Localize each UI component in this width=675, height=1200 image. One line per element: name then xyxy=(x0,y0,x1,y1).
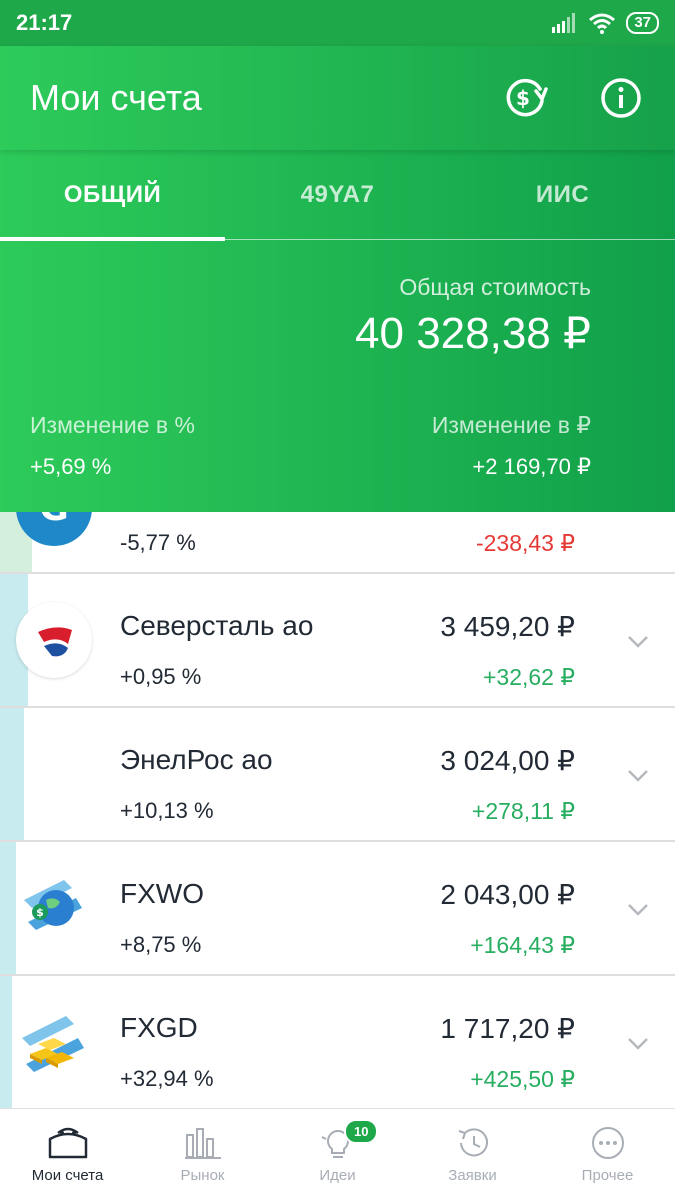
position-name: ЭнелРос ао xyxy=(120,744,273,775)
chevron-down-icon[interactable] xyxy=(625,762,651,788)
gold-bars-icon xyxy=(16,1004,92,1080)
info-button[interactable] xyxy=(597,74,645,122)
change-rub-label: Изменение в ₽ xyxy=(431,412,591,438)
position-change-percent: +10,13 % xyxy=(120,798,214,823)
position-value: 3 024,00 ₽ xyxy=(440,745,575,776)
app-bar-actions: $ xyxy=(501,74,645,122)
positions-list: G -5,77 % -238,43 ₽ Северсталь ао +0,95 … xyxy=(0,512,675,1108)
position-stripe xyxy=(0,976,12,1108)
total-value-label: Общая стоимость xyxy=(399,274,591,300)
change-percent-value: +5,69 % xyxy=(30,454,112,479)
market-chart-icon xyxy=(184,1128,221,1159)
chevron-down-icon[interactable] xyxy=(625,1030,651,1056)
position-name: FXGD xyxy=(120,1012,198,1043)
position-change-percent: +0,95 % xyxy=(120,664,202,689)
change-percent-label: Изменение в % xyxy=(30,412,195,438)
status-icons: 37 xyxy=(552,12,659,34)
globe-dollar-icon: $ xyxy=(16,870,92,946)
tab-iis[interactable]: ИИС xyxy=(450,150,675,239)
currency-exchange-button[interactable]: $ xyxy=(501,74,549,122)
wallet-icon xyxy=(48,1127,87,1159)
position-change-percent: -5,77 % xyxy=(120,530,196,555)
position-change-rub: -238,43 ₽ xyxy=(475,530,575,556)
account-tabs: ОБЩИЙ 49YA7 ИИС xyxy=(0,150,675,241)
position-change-percent: +8,75 % xyxy=(120,932,202,957)
position-row[interactable]: G -5,77 % -238,43 ₽ xyxy=(0,512,675,574)
tab-general[interactable]: ОБЩИЙ xyxy=(0,150,225,241)
signal-icon xyxy=(552,13,576,33)
chevron-down-icon[interactable] xyxy=(625,896,651,922)
change-rub-value: +2 169,70 ₽ xyxy=(472,454,591,479)
position-value: 2 043,00 ₽ xyxy=(440,879,575,910)
ideas-badge: 10 xyxy=(344,1119,379,1144)
battery-indicator: 37 xyxy=(626,12,659,34)
nav-label: Идеи xyxy=(319,1167,356,1184)
position-row[interactable]: Северсталь ао +0,95 % 3 459,20 ₽ +32,62 … xyxy=(0,574,675,708)
position-stripe xyxy=(0,708,24,840)
info-icon xyxy=(601,78,641,118)
app-bar: Мои счета $ xyxy=(0,46,675,150)
nav-label: Мои счета xyxy=(31,1167,104,1184)
position-value: 1 717,20 ₽ xyxy=(440,1013,575,1044)
bottom-navigation: Мои счета Рынок 10 Идеи Заявки Прочее xyxy=(0,1108,675,1200)
position-row[interactable]: ЭнелРос ао +10,13 % 3 024,00 ₽ +278,11 ₽ xyxy=(0,708,675,842)
svg-text:$: $ xyxy=(36,906,44,919)
tab-49ya7[interactable]: 49YA7 xyxy=(225,150,450,239)
more-dots-icon xyxy=(591,1127,624,1159)
position-stripe xyxy=(0,842,16,974)
wifi-icon xyxy=(589,13,616,34)
history-clock-icon xyxy=(458,1128,488,1157)
nav-my-accounts[interactable]: Мои счета xyxy=(0,1109,135,1200)
nav-orders[interactable]: Заявки xyxy=(405,1109,540,1200)
account-summary: ОБЩИЙ 49YA7 ИИС Общая стоимость 40 328,3… xyxy=(0,150,675,512)
severstal-logo-icon xyxy=(16,602,92,678)
svg-text:$: $ xyxy=(516,86,530,110)
position-row[interactable]: $ FXWO +8,75 % 2 043,00 ₽ +164,43 ₽ xyxy=(0,842,675,976)
position-value: 3 459,20 ₽ xyxy=(440,611,575,642)
position-row[interactable]: FXGD +32,94 % 1 717,20 ₽ +425,50 ₽ xyxy=(0,976,675,1108)
status-time: 21:17 xyxy=(16,10,73,35)
nav-label: Прочее xyxy=(581,1167,634,1184)
nav-more[interactable]: Прочее xyxy=(540,1109,675,1200)
nav-label: Рынок xyxy=(180,1167,225,1184)
page-title: Мои счета xyxy=(30,77,202,118)
position-change-percent: +32,94 % xyxy=(120,1066,214,1091)
nav-ideas[interactable]: 10 Идеи xyxy=(270,1109,405,1200)
position-change-rub: +164,43 ₽ xyxy=(470,932,575,958)
status-bar: 21:17 37 xyxy=(0,0,675,46)
total-value: 40 328,38 ₽ xyxy=(355,309,591,358)
position-change-rub: +32,62 ₽ xyxy=(482,664,575,690)
svg-text:G: G xyxy=(39,512,69,529)
nav-label: Заявки xyxy=(448,1167,497,1184)
nav-market[interactable]: Рынок xyxy=(135,1109,270,1200)
position-name: FXWO xyxy=(120,878,204,909)
chevron-down-icon[interactable] xyxy=(625,628,651,654)
position-change-rub: +425,50 ₽ xyxy=(470,1066,575,1092)
position-name: Северсталь ао xyxy=(120,610,314,641)
position-change-rub: +278,11 ₽ xyxy=(471,798,575,824)
currency-exchange-icon: $ xyxy=(506,78,548,117)
